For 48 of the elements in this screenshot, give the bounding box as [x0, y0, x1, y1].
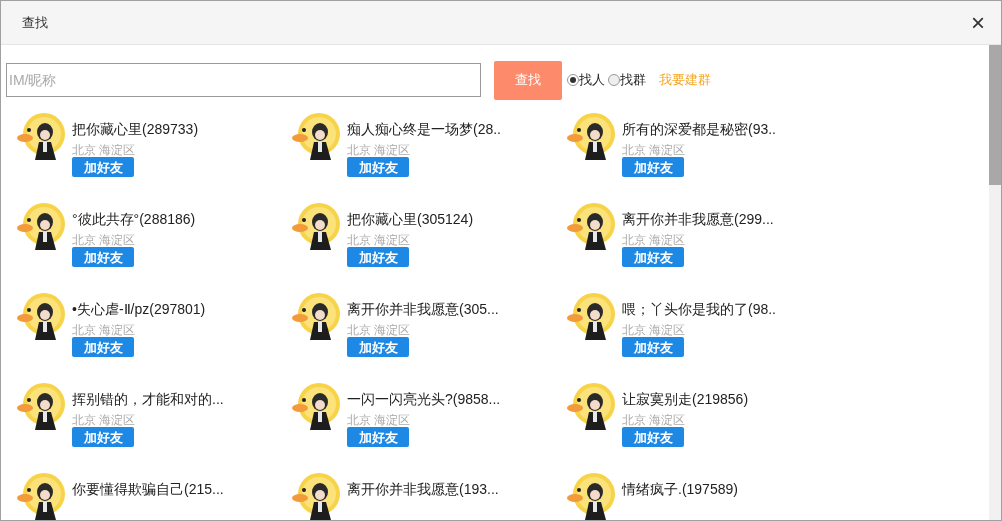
user-location: 北京 海淀区 — [72, 143, 137, 157]
user-name: 把你藏心里(305124) — [347, 210, 474, 229]
user-location: 北京 海淀区 — [72, 413, 137, 427]
user-location: 北京 海淀区 — [347, 323, 412, 337]
add-friend-button[interactable]: 加好友 — [622, 427, 684, 447]
scrollbar[interactable] — [989, 45, 1001, 520]
add-friend-button[interactable]: 加好友 — [622, 157, 684, 177]
add-friend-button[interactable]: 加好友 — [622, 247, 684, 267]
add-friend-button[interactable]: 加好友 — [72, 247, 134, 267]
radio-option[interactable]: 找人 — [567, 70, 605, 90]
user-location: 北京 海淀区 — [622, 143, 687, 157]
add-friend-button[interactable]: 加好友 — [347, 337, 409, 357]
add-friend-button[interactable]: 加好友 — [72, 427, 134, 447]
user-name: 你要懂得欺骗自己(215... — [72, 480, 224, 499]
add-friend-button[interactable]: 加好友 — [347, 157, 409, 177]
user-name: 所有的深爱都是秘密(93.. — [622, 120, 776, 139]
user-location: 北京 海淀区 — [72, 233, 137, 247]
user-location: 北京 海淀区 — [347, 413, 412, 427]
create-group-link[interactable]: 我要建群 — [659, 70, 711, 90]
user-name: 离开你并非我愿意(305... — [347, 300, 499, 319]
user-location: 北京 海淀区 — [622, 323, 687, 337]
user-name: 痴人痴心终是一场梦(28.. — [347, 120, 501, 139]
user-location: 北京 海淀区 — [72, 323, 137, 337]
user-name: 让寂寞别走(219856) — [622, 390, 749, 409]
close-button[interactable]: × — [971, 10, 985, 35]
search-button[interactable]: 查找 — [494, 60, 562, 100]
user-name: 把你藏心里(289733) — [72, 120, 199, 139]
add-friend-button[interactable]: 加好友 — [72, 157, 134, 177]
user-name: •失心虐-Ⅱ/pz(297801) — [72, 300, 206, 319]
add-friend-button[interactable]: 加好友 — [622, 337, 684, 357]
window-title: 查找 — [22, 13, 48, 32]
user-location: 北京 海淀区 — [347, 143, 412, 157]
user-name: 一闪一闪亮光头?(9858... — [347, 390, 501, 409]
add-friend-button[interactable]: 加好友 — [347, 247, 409, 267]
user-name: °彼此共存°(288186) — [72, 210, 196, 229]
user-location: 北京 海淀区 — [622, 413, 687, 427]
radio-option[interactable]: 找群 — [608, 70, 646, 90]
user-name: 离开你并非我愿意(193... — [347, 480, 499, 499]
add-friend-button[interactable]: 加好友 — [72, 337, 134, 357]
add-friend-button[interactable]: 加好友 — [347, 427, 409, 447]
user-name: 离开你并非我愿意(299... — [622, 210, 774, 229]
user-location: 北京 海淀区 — [347, 233, 412, 247]
user-name: 情绪疯子.(197589) — [622, 480, 738, 499]
user-name: 喂；丫头你是我的了(98.. — [622, 300, 776, 319]
user-location: 北京 海淀区 — [622, 233, 687, 247]
scrollbar-thumb[interactable] — [989, 45, 1001, 185]
user-name: 挥别错的，才能和对的... — [72, 390, 224, 409]
search-field[interactable]: IM/昵称 — [6, 63, 481, 97]
